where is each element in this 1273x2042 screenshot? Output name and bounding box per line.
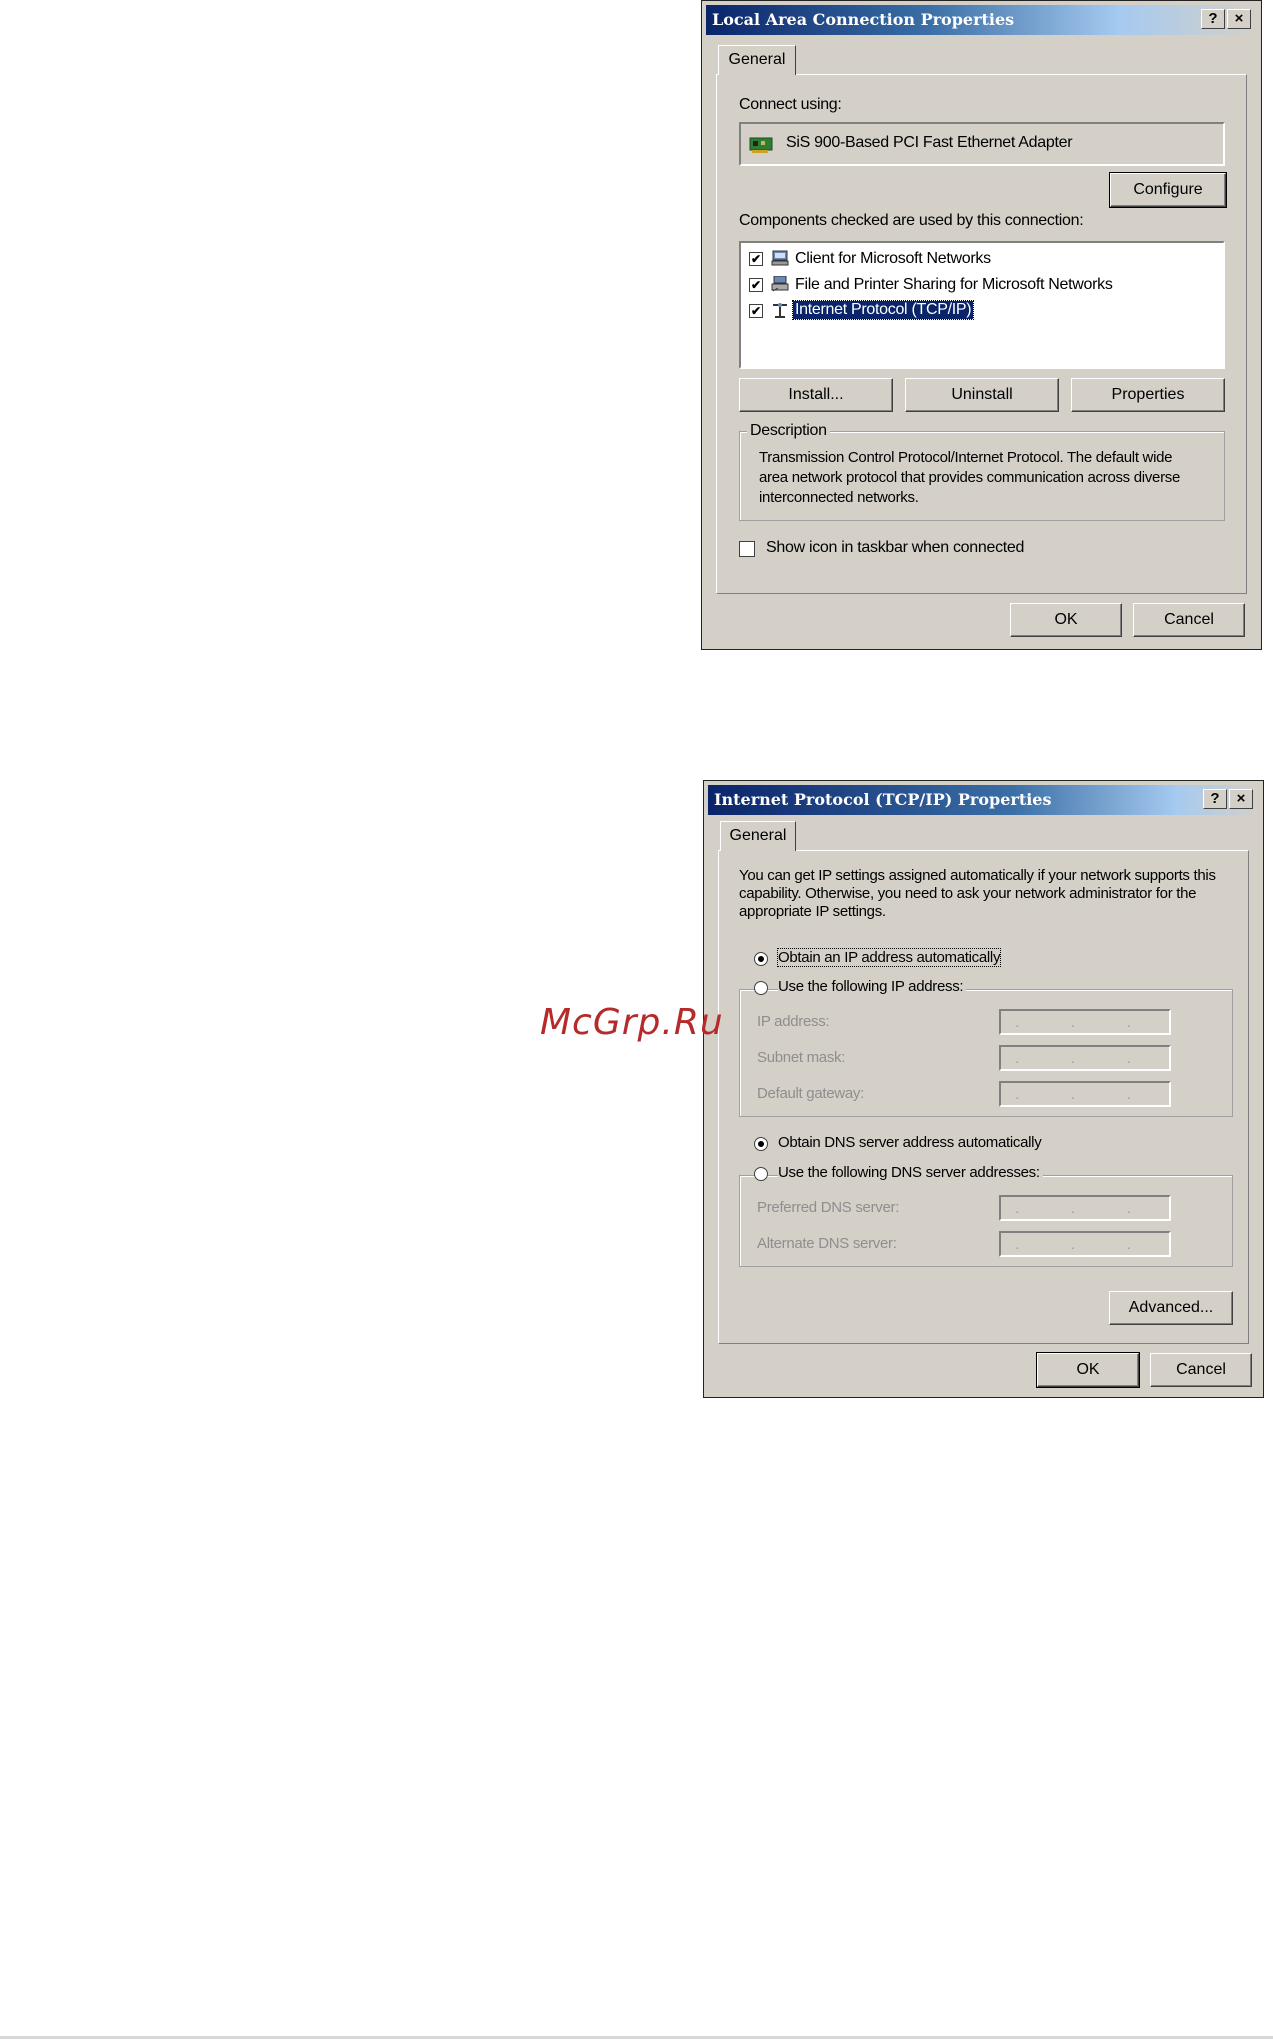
tab-general[interactable]: General xyxy=(718,45,796,75)
footer-divider xyxy=(0,2036,1273,2039)
ok-button[interactable]: OK xyxy=(1010,603,1122,637)
alternate-dns-label: Alternate DNS server: xyxy=(757,1235,897,1252)
default-gateway-field: . . . xyxy=(999,1081,1171,1107)
printer-sharing-icon xyxy=(771,276,789,292)
ok-button[interactable]: OK xyxy=(1036,1352,1140,1388)
watermark-text: McGrp.Ru xyxy=(540,1002,724,1043)
configure-button[interactable]: Configure xyxy=(1109,172,1227,208)
component-label-selected: Internet Protocol (TCP/IP) xyxy=(791,300,975,320)
obtain-ip-radio[interactable] xyxy=(754,952,768,966)
alternate-dns-dots: . . . xyxy=(1015,1236,1155,1252)
use-dns-label: Use the following DNS server addresses: xyxy=(778,1164,1043,1181)
close-button[interactable]: × xyxy=(1227,9,1251,29)
advanced-button[interactable]: Advanced... xyxy=(1109,1291,1233,1325)
tcpip-properties-dialog: Internet Protocol (TCP/IP) Properties ? … xyxy=(703,780,1264,1398)
help-button[interactable]: ? xyxy=(1201,9,1225,29)
ip-address-field: . . . xyxy=(999,1009,1171,1035)
description-label: Description xyxy=(747,422,830,440)
local-area-connection-properties-dialog: Local Area Connection Properties ? × Gen… xyxy=(701,0,1262,650)
connect-using-label: Connect using: xyxy=(739,96,842,113)
dialog-title: Internet Protocol (TCP/IP) Properties xyxy=(714,790,1052,809)
ip-address-label: IP address: xyxy=(757,1013,830,1030)
cancel-button[interactable]: Cancel xyxy=(1133,603,1245,637)
preferred-dns-label: Preferred DNS server: xyxy=(757,1199,900,1216)
components-list[interactable]: ✔ Client for Microsoft Networks ✔ File a… xyxy=(739,241,1225,369)
component-checkbox[interactable]: ✔ xyxy=(749,278,763,292)
preferred-dns-dots: . . . xyxy=(1015,1200,1155,1216)
properties-button[interactable]: Properties xyxy=(1071,378,1225,412)
use-ip-label: Use the following IP address: xyxy=(778,978,967,995)
obtain-dns-label: Obtain DNS server address automatically xyxy=(778,1134,1042,1151)
title-bar[interactable]: Internet Protocol (TCP/IP) Properties ? … xyxy=(708,785,1259,815)
subnet-mask-label: Subnet mask: xyxy=(757,1049,846,1066)
component-label: Client for Microsoft Networks xyxy=(795,250,991,267)
show-icon-label: Show icon in taskbar when connected xyxy=(766,539,1025,556)
alternate-dns-field: . . . xyxy=(999,1231,1171,1257)
help-button[interactable]: ? xyxy=(1203,789,1227,809)
subnet-mask-field: . . . xyxy=(999,1045,1171,1071)
protocol-icon xyxy=(773,303,787,318)
component-checkbox[interactable]: ✔ xyxy=(749,252,763,266)
list-item[interactable]: ✔ File and Printer Sharing for Microsoft… xyxy=(747,275,1217,297)
ip-address-dots: . . . xyxy=(1015,1014,1155,1030)
component-checkbox[interactable]: ✔ xyxy=(749,304,763,318)
network-adapter-icon xyxy=(749,137,773,153)
subnet-mask-dots: . . . xyxy=(1015,1050,1155,1066)
list-item[interactable]: ✔ Client for Microsoft Networks xyxy=(747,249,1217,271)
component-label: File and Printer Sharing for Microsoft N… xyxy=(795,276,1113,293)
intro-text: You can get IP settings assigned automat… xyxy=(739,867,1216,920)
obtain-ip-label: Obtain an IP address automatically xyxy=(776,948,1002,967)
uninstall-button[interactable]: Uninstall xyxy=(905,378,1059,412)
use-ip-radio[interactable] xyxy=(754,981,768,995)
title-bar[interactable]: Local Area Connection Properties ? × xyxy=(706,5,1257,35)
default-gateway-dots: . . . xyxy=(1015,1086,1155,1102)
default-gateway-label: Default gateway: xyxy=(757,1085,864,1102)
install-button[interactable]: Install... xyxy=(739,378,893,412)
close-button[interactable]: × xyxy=(1229,789,1253,809)
adapter-name: SiS 900-Based PCI Fast Ethernet Adapter xyxy=(786,134,1073,151)
adapter-field: SiS 900-Based PCI Fast Ethernet Adapter xyxy=(739,122,1225,166)
list-item[interactable]: ✔ Internet Protocol (TCP/IP) xyxy=(747,300,1217,323)
cancel-button[interactable]: Cancel xyxy=(1150,1353,1252,1387)
show-icon-checkbox[interactable] xyxy=(739,541,755,557)
obtain-dns-radio[interactable] xyxy=(754,1137,768,1151)
preferred-dns-field: . . . xyxy=(999,1195,1171,1221)
use-dns-radio[interactable] xyxy=(754,1167,768,1181)
network-client-icon xyxy=(771,250,789,266)
tab-general[interactable]: General xyxy=(720,821,796,851)
components-label: Components checked are used by this conn… xyxy=(739,212,1084,229)
description-text: Transmission Control Protocol/Internet P… xyxy=(759,449,1181,506)
dialog-title: Local Area Connection Properties xyxy=(712,10,1015,29)
